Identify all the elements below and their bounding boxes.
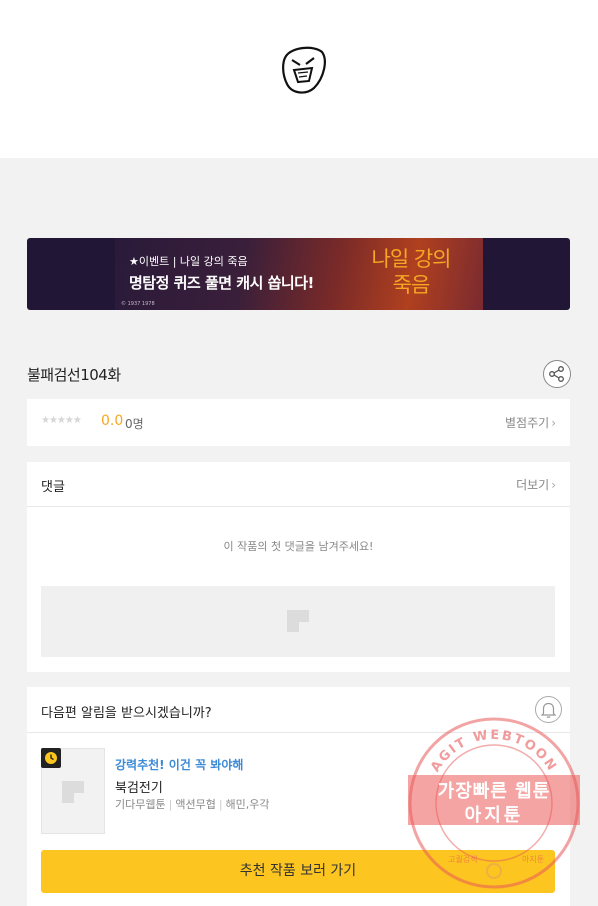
alert-header: 다음편 알림을 받으시겠습니까? xyxy=(27,687,570,733)
watermark-line2: 아지툰 xyxy=(464,805,524,826)
watermark-line1: 가장빠른 웹툰 xyxy=(437,781,551,802)
chevron-right-icon: › xyxy=(551,416,556,430)
share-button[interactable] xyxy=(543,360,571,388)
banner-artwork: ★이벤트 | 나일 강의 죽음 명탐정 퀴즈 풀면 캐시 쏩니다! © 1937… xyxy=(115,238,483,310)
image-placeholder-icon xyxy=(287,610,309,632)
clock-icon xyxy=(45,752,57,764)
scribble-face-icon xyxy=(282,46,326,94)
banner-event-label: ★이벤트 | 나일 강의 죽음 xyxy=(129,255,248,268)
share-icon xyxy=(549,366,564,382)
view-recommendation-button[interactable]: 추천 작품 보러 가기 xyxy=(41,850,555,893)
wait-free-badge xyxy=(41,748,61,768)
rate-button[interactable]: 별점주기 › xyxy=(505,414,556,431)
event-banner[interactable]: ★이벤트 | 나일 강의 죽음 명탐정 퀴즈 풀면 캐시 쏩니다! © 1937… xyxy=(27,238,570,310)
comment-section-title: 댓글 xyxy=(41,480,65,495)
comment-card: 댓글 더보기 › 이 작품의 첫 댓글을 남겨주세요! xyxy=(27,462,570,672)
chevron-right-icon: › xyxy=(551,478,556,492)
meta-authors: 해민,우각 xyxy=(225,798,270,811)
alert-question: 다음편 알림을 받으시겠습니까? xyxy=(41,706,212,721)
banner-copyright: © 1937 1978 xyxy=(121,301,155,307)
banner-movie-logo: 나일 강의 죽음 xyxy=(371,247,452,297)
bell-icon xyxy=(540,702,557,718)
image-placeholder-icon xyxy=(62,781,84,803)
rating-card: ★★★★★ 0.0 0명 별점주기 › xyxy=(27,399,570,446)
meta-category: 기다무웹툰 xyxy=(115,798,166,811)
header-area xyxy=(0,0,598,158)
comment-input-box[interactable] xyxy=(41,586,555,657)
rating-stars: ★★★★★ xyxy=(41,415,82,426)
rate-button-label: 별점주기 xyxy=(505,416,550,430)
rating-count: 0명 xyxy=(125,417,144,431)
episode-title: 불패검선104화 xyxy=(27,366,121,384)
meta-separator: | xyxy=(218,798,223,811)
empty-comments-message: 이 작품의 첫 댓글을 남겨주세요! xyxy=(223,540,374,553)
meta-genre: 액션무협 xyxy=(175,798,216,811)
more-comments-link[interactable]: 더보기 › xyxy=(516,476,556,493)
recommendation-meta: 기다무웹툰 | 액션무협 | 해민,우각 xyxy=(115,796,270,812)
meta-separator: | xyxy=(168,798,173,811)
recommendation-title[interactable]: 북검전기 xyxy=(115,777,163,796)
banner-headline: 명탐정 퀴즈 풀면 캐시 쏩니다! xyxy=(129,274,314,292)
rating-score: 0.0 xyxy=(101,413,124,429)
more-comments-label: 더보기 xyxy=(516,478,550,492)
recommendation-tag: 강력추천! 이건 꼭 봐야해 xyxy=(115,758,244,772)
alert-toggle-button[interactable] xyxy=(535,696,562,723)
comment-header: 댓글 더보기 › xyxy=(27,462,570,507)
